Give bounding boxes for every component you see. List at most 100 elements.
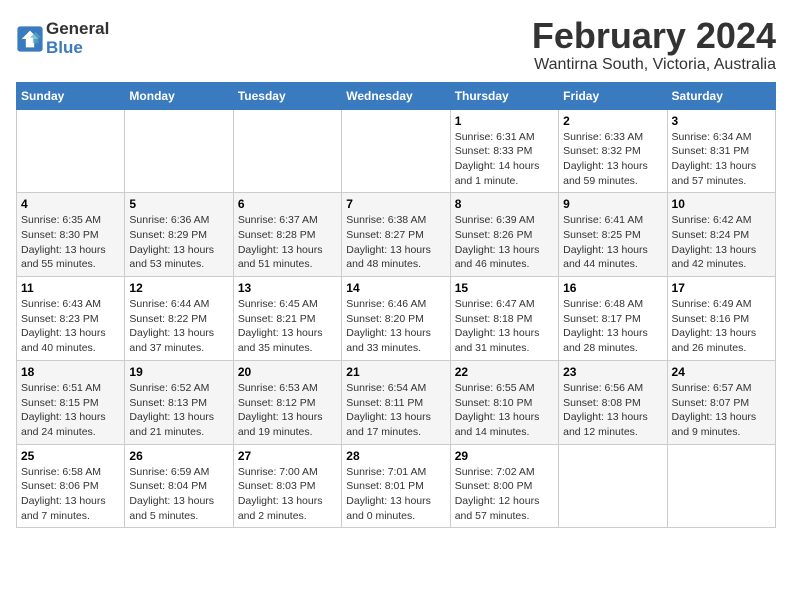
day-info: Sunrise: 6:41 AM Sunset: 8:25 PM Dayligh…	[563, 213, 662, 272]
calendar-cell: 21Sunrise: 6:54 AM Sunset: 8:11 PM Dayli…	[342, 360, 450, 444]
calendar-cell: 7 Sunrise: 6:38 AM Sunset: 8:27 PM Daylig…	[342, 193, 450, 277]
day-info: Sunrise: 6:49 AM Sunset: 8:16 PM Dayligh…	[672, 297, 771, 356]
day-info: Sunrise: 6:47 AM Sunset: 8:18 PM Dayligh…	[455, 297, 554, 356]
day-of-week-header: Saturday	[667, 82, 775, 109]
calendar-week-row: 4 Sunrise: 6:35 AM Sunset: 8:30 PM Daylig…	[17, 193, 776, 277]
day-number: 25	[21, 449, 120, 463]
calendar-cell: 3 Sunrise: 6:34 AM Sunset: 8:31 PM Daylig…	[667, 109, 775, 193]
day-of-week-header: Sunday	[17, 82, 125, 109]
calendar-cell: 13 Sunrise: 6:45 AM Sunset: 8:21 PM Dayli…	[233, 277, 341, 361]
calendar-table: SundayMondayTuesdayWednesdayThursdayFrid…	[16, 82, 776, 529]
day-info: Sunrise: 6:46 AM Sunset: 8:20 PM Dayligh…	[346, 297, 445, 356]
day-number: 3	[672, 114, 771, 128]
day-number: 4	[21, 197, 120, 211]
calendar-cell: 14 Sunrise: 6:46 AM Sunset: 8:20 PM Dayli…	[342, 277, 450, 361]
day-number: 10	[672, 197, 771, 211]
calendar-cell: 24 Sunrise: 6:57 AM Sunset: 8:07 PM Dayli…	[667, 360, 775, 444]
day-number: 16	[563, 281, 662, 295]
day-number: 15	[455, 281, 554, 295]
calendar-cell: 1 Sunrise: 6:31 AM Sunset: 8:33 PM Daylig…	[450, 109, 558, 193]
calendar-cell: 4 Sunrise: 6:35 AM Sunset: 8:30 PM Daylig…	[17, 193, 125, 277]
day-of-week-header: Friday	[559, 82, 667, 109]
day-info: Sunrise: 6:38 AM Sunset: 8:27 PM Dayligh…	[346, 213, 445, 272]
calendar-week-row: 18Sunrise: 6:51 AM Sunset: 8:15 PM Dayli…	[17, 360, 776, 444]
day-info: Sunrise: 7:01 AM Sunset: 8:01 PM Dayligh…	[346, 465, 445, 524]
calendar-cell: 11 Sunrise: 6:43 AM Sunset: 8:23 PM Dayli…	[17, 277, 125, 361]
day-number: 22	[455, 365, 554, 379]
day-of-week-header: Monday	[125, 82, 233, 109]
day-number: 20	[238, 365, 337, 379]
day-info: Sunrise: 6:45 AM Sunset: 8:21 PM Dayligh…	[238, 297, 337, 356]
day-number: 29	[455, 449, 554, 463]
day-info: Sunrise: 7:02 AM Sunset: 8:00 PM Dayligh…	[455, 465, 554, 524]
calendar-cell: 5 Sunrise: 6:36 AM Sunset: 8:29 PM Daylig…	[125, 193, 233, 277]
day-of-week-header: Tuesday	[233, 82, 341, 109]
day-info: Sunrise: 6:31 AM Sunset: 8:33 PM Dayligh…	[455, 130, 554, 189]
calendar-cell: 9Sunrise: 6:41 AM Sunset: 8:25 PM Daylig…	[559, 193, 667, 277]
day-number: 5	[129, 197, 228, 211]
day-number: 7	[346, 197, 445, 211]
calendar-cell	[342, 109, 450, 193]
day-info: Sunrise: 6:34 AM Sunset: 8:31 PM Dayligh…	[672, 130, 771, 189]
calendar-cell: 26Sunrise: 6:59 AM Sunset: 8:04 PM Dayli…	[125, 444, 233, 528]
logo: General Blue	[16, 20, 109, 57]
day-number: 1	[455, 114, 554, 128]
day-number: 13	[238, 281, 337, 295]
day-number: 17	[672, 281, 771, 295]
calendar-week-row: 11 Sunrise: 6:43 AM Sunset: 8:23 PM Dayli…	[17, 277, 776, 361]
calendar-cell	[559, 444, 667, 528]
day-info: Sunrise: 6:59 AM Sunset: 8:04 PM Dayligh…	[129, 465, 228, 524]
calendar-cell	[17, 109, 125, 193]
day-info: Sunrise: 6:43 AM Sunset: 8:23 PM Dayligh…	[21, 297, 120, 356]
day-info: Sunrise: 6:35 AM Sunset: 8:30 PM Dayligh…	[21, 213, 120, 272]
day-info: Sunrise: 7:00 AM Sunset: 8:03 PM Dayligh…	[238, 465, 337, 524]
days-of-week-row: SundayMondayTuesdayWednesdayThursdayFrid…	[17, 82, 776, 109]
day-number: 19	[129, 365, 228, 379]
day-number: 24	[672, 365, 771, 379]
day-number: 27	[238, 449, 337, 463]
calendar-cell: 2 Sunrise: 6:33 AM Sunset: 8:32 PM Daylig…	[559, 109, 667, 193]
month-title: February 2024	[532, 16, 776, 56]
day-info: Sunrise: 6:57 AM Sunset: 8:07 PM Dayligh…	[672, 381, 771, 440]
location-title: Wantirna South, Victoria, Australia	[532, 56, 776, 74]
day-info: Sunrise: 6:54 AM Sunset: 8:11 PM Dayligh…	[346, 381, 445, 440]
day-info: Sunrise: 6:56 AM Sunset: 8:08 PM Dayligh…	[563, 381, 662, 440]
day-info: Sunrise: 6:44 AM Sunset: 8:22 PM Dayligh…	[129, 297, 228, 356]
calendar-cell: 8Sunrise: 6:39 AM Sunset: 8:26 PM Daylig…	[450, 193, 558, 277]
day-info: Sunrise: 6:37 AM Sunset: 8:28 PM Dayligh…	[238, 213, 337, 272]
calendar-cell	[667, 444, 775, 528]
day-info: Sunrise: 6:52 AM Sunset: 8:13 PM Dayligh…	[129, 381, 228, 440]
logo-general: General	[46, 19, 109, 38]
calendar-cell: 17 Sunrise: 6:49 AM Sunset: 8:16 PM Dayli…	[667, 277, 775, 361]
calendar-cell: 16 Sunrise: 6:48 AM Sunset: 8:17 PM Dayli…	[559, 277, 667, 361]
calendar-body: 1 Sunrise: 6:31 AM Sunset: 8:33 PM Daylig…	[17, 109, 776, 528]
calendar-cell: 25 Sunrise: 6:58 AM Sunset: 8:06 PM Dayli…	[17, 444, 125, 528]
calendar-cell: 19 Sunrise: 6:52 AM Sunset: 8:13 PM Dayli…	[125, 360, 233, 444]
day-number: 12	[129, 281, 228, 295]
day-of-week-header: Wednesday	[342, 82, 450, 109]
day-of-week-header: Thursday	[450, 82, 558, 109]
calendar-week-row: 25 Sunrise: 6:58 AM Sunset: 8:06 PM Dayli…	[17, 444, 776, 528]
day-number: 14	[346, 281, 445, 295]
day-info: Sunrise: 6:58 AM Sunset: 8:06 PM Dayligh…	[21, 465, 120, 524]
calendar-cell: 6Sunrise: 6:37 AM Sunset: 8:28 PM Daylig…	[233, 193, 341, 277]
calendar-cell: 18Sunrise: 6:51 AM Sunset: 8:15 PM Dayli…	[17, 360, 125, 444]
day-info: Sunrise: 6:36 AM Sunset: 8:29 PM Dayligh…	[129, 213, 228, 272]
calendar-cell: 20Sunrise: 6:53 AM Sunset: 8:12 PM Dayli…	[233, 360, 341, 444]
calendar-cell: 12 Sunrise: 6:44 AM Sunset: 8:22 PM Dayli…	[125, 277, 233, 361]
logo-blue: Blue	[46, 39, 109, 58]
calendar-week-row: 1 Sunrise: 6:31 AM Sunset: 8:33 PM Daylig…	[17, 109, 776, 193]
day-info: Sunrise: 6:51 AM Sunset: 8:15 PM Dayligh…	[21, 381, 120, 440]
day-info: Sunrise: 6:33 AM Sunset: 8:32 PM Dayligh…	[563, 130, 662, 189]
day-number: 23	[563, 365, 662, 379]
calendar-cell: 15 Sunrise: 6:47 AM Sunset: 8:18 PM Dayli…	[450, 277, 558, 361]
calendar-cell: 10 Sunrise: 6:42 AM Sunset: 8:24 PM Dayli…	[667, 193, 775, 277]
day-info: Sunrise: 6:48 AM Sunset: 8:17 PM Dayligh…	[563, 297, 662, 356]
day-info: Sunrise: 6:55 AM Sunset: 8:10 PM Dayligh…	[455, 381, 554, 440]
title-area: February 2024 Wantirna South, Victoria, …	[532, 16, 776, 74]
day-number: 2	[563, 114, 662, 128]
day-number: 11	[21, 281, 120, 295]
calendar-cell: 27 Sunrise: 7:00 AM Sunset: 8:03 PM Dayli…	[233, 444, 341, 528]
header: General Blue February 2024 Wantirna Sout…	[16, 16, 776, 74]
day-info: Sunrise: 6:42 AM Sunset: 8:24 PM Dayligh…	[672, 213, 771, 272]
